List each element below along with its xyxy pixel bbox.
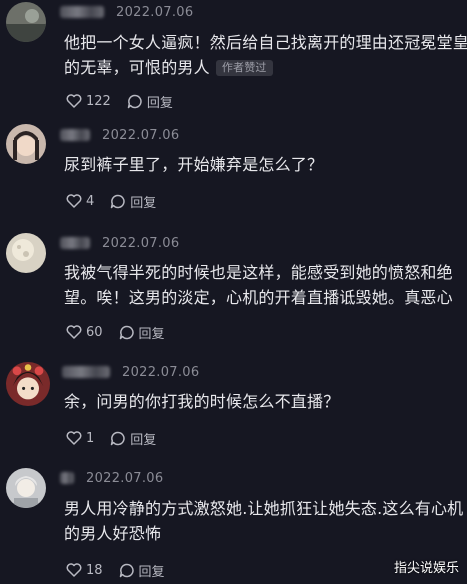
- reply-bubble-icon: [127, 94, 142, 108]
- reply-button[interactable]: 回复: [110, 192, 156, 211]
- username-blurred[interactable]: [60, 6, 104, 18]
- reply-button[interactable]: 回复: [110, 429, 156, 448]
- username-blurred[interactable]: [62, 366, 110, 378]
- user-avatar[interactable]: [6, 362, 50, 406]
- comment-date: 2022.07.06: [102, 235, 180, 251]
- comment-text: 他把一个女人逼疯！然后给自己找离开的理由还冠冕堂皇 的无辜，可恨的男人 作者赞过: [64, 30, 467, 80]
- comment-text-line: 他把一个女人逼疯！然后给自己找离开的理由还冠冕堂皇: [64, 33, 467, 52]
- comment-text-line: 的无辜，可恨的男人: [64, 58, 210, 77]
- reply-label: 回复: [130, 195, 157, 211]
- reply-button[interactable]: 回复: [119, 561, 165, 580]
- user-avatar[interactable]: [6, 233, 46, 273]
- user-avatar[interactable]: [6, 468, 46, 508]
- comment-text-line: 余，问男的你打我的时候怎么不直播？: [64, 392, 340, 411]
- like-button[interactable]: 1: [66, 431, 94, 446]
- author-liked-badge: 作者赞过: [215, 60, 273, 76]
- like-count: 1: [86, 430, 95, 446]
- like-button[interactable]: 18: [66, 563, 103, 578]
- reply-bubble-icon: [111, 431, 125, 445]
- reply-bubble-icon: [119, 325, 134, 339]
- like-count: 4: [86, 193, 95, 209]
- comment-date: 2022.07.06: [86, 470, 164, 486]
- like-button[interactable]: 122: [66, 94, 111, 109]
- like-count: 122: [86, 93, 111, 109]
- like-count: 60: [86, 324, 103, 340]
- comment-text: 男人用冷静的方式激怒她.让她抓狂让她失态.这么有心机 的男人好恐怖: [64, 496, 463, 546]
- username-blurred[interactable]: [60, 472, 74, 484]
- reply-label: 回复: [146, 95, 173, 111]
- reply-label: 回复: [138, 564, 165, 580]
- reply-bubble-icon: [119, 563, 134, 577]
- comment-text-line: 尿到裤子里了，开始嫌弃是怎么了？: [64, 155, 324, 174]
- comment-text-line: 男人用冷静的方式激怒她.让她抓狂让她失态.这么有心机: [64, 499, 464, 518]
- heart-icon: [66, 431, 82, 445]
- watermark-text: 指尖说娱乐: [393, 561, 459, 576]
- like-button[interactable]: 60: [66, 325, 103, 340]
- heart-icon: [66, 194, 82, 208]
- comment-text-line: 我被气得半死的时候也是这样，能感受到她的愤怒和绝: [64, 263, 453, 282]
- heart-icon: [66, 563, 82, 577]
- comment-text-line: 望。唉！这男的淡定，心机的开着直播诋毁她。真恶心: [64, 288, 453, 307]
- comment-text-line: 的男人好恐怖: [64, 524, 162, 543]
- heart-icon: [66, 325, 82, 339]
- reply-button[interactable]: 回复: [119, 323, 165, 342]
- reply-label: 回复: [138, 326, 165, 342]
- user-avatar[interactable]: [6, 2, 46, 42]
- comment-date: 2022.07.06: [122, 364, 200, 380]
- username-blurred[interactable]: [60, 237, 90, 249]
- comment-text: 尿到裤子里了，开始嫌弃是怎么了？: [64, 152, 323, 177]
- comment-date: 2022.07.06: [102, 127, 180, 143]
- like-button[interactable]: 4: [66, 194, 94, 209]
- reply-button[interactable]: 回复: [127, 92, 173, 111]
- user-avatar[interactable]: [6, 124, 46, 164]
- comment-text: 余，问男的你打我的时候怎么不直播？: [64, 389, 339, 414]
- username-blurred[interactable]: [60, 129, 90, 141]
- comment-date: 2022.07.06: [116, 4, 194, 20]
- comment-text: 我被气得半死的时候也是这样，能感受到她的愤怒和绝 望。唉！这男的淡定，心机的开着…: [64, 260, 453, 310]
- heart-icon: [66, 94, 82, 108]
- like-count: 18: [86, 562, 103, 578]
- reply-bubble-icon: [111, 194, 125, 208]
- reply-label: 回复: [130, 432, 157, 448]
